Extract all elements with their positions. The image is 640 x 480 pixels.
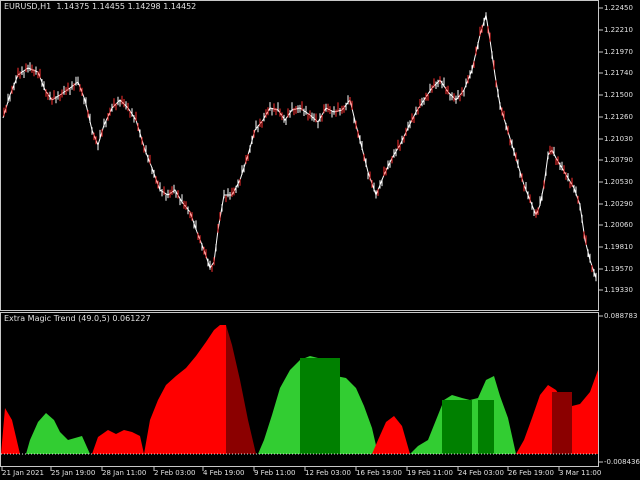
indicator-scale-max: 0.088783 bbox=[604, 312, 638, 320]
time-scale-label: 24 Feb 03:00 bbox=[458, 469, 504, 477]
price-scale-label: 1.19810 bbox=[604, 243, 633, 251]
price-scale-label: 1.21970 bbox=[604, 48, 633, 56]
price-scale-label: 1.21740 bbox=[604, 69, 633, 77]
indicator-scale-min: -0.008436 bbox=[604, 458, 640, 466]
trend-area-dark bbox=[442, 400, 472, 454]
price-scale-label: 1.21260 bbox=[604, 113, 633, 121]
ohlc-values: 1.14375 1.14455 1.14298 1.14452 bbox=[56, 2, 197, 11]
time-scale-label: 3 Mar 11:00 bbox=[559, 469, 602, 477]
price-scale-label: 1.20060 bbox=[604, 221, 633, 229]
time-scale-label: 28 Jan 11:00 bbox=[102, 469, 147, 477]
price-scale-label: 1.20290 bbox=[604, 200, 633, 208]
price-scale-label: 1.19570 bbox=[604, 265, 633, 273]
time-scale-label: 25 Jan 19:00 bbox=[51, 469, 96, 477]
price-scale-label: 1.22210 bbox=[604, 26, 633, 34]
symbol-timeframe: EURUSD,H1 bbox=[4, 2, 52, 11]
trend-area bbox=[26, 413, 90, 454]
mt-chart-window[interactable]: EURUSD,H1 1.14375 1.14455 1.14298 1.1445… bbox=[0, 0, 640, 480]
trend-area bbox=[226, 325, 256, 454]
trend-area-dark bbox=[300, 358, 340, 454]
trend-area bbox=[1, 408, 20, 454]
price-line bbox=[2, 14, 597, 279]
trend-area-dark bbox=[552, 392, 572, 454]
time-scale-label: 9 Feb 11:00 bbox=[254, 469, 296, 477]
time-scale-label: 16 Feb 19:00 bbox=[356, 469, 402, 477]
time-scale-label: 21 Jan 2021 bbox=[2, 469, 44, 477]
time-scale-label: 2 Feb 03:00 bbox=[154, 469, 196, 477]
price-scale-label: 1.19330 bbox=[604, 286, 633, 294]
trend-area bbox=[144, 325, 226, 454]
trend-area bbox=[92, 430, 144, 454]
price-scale-label: 1.20790 bbox=[604, 156, 633, 164]
time-scale-label: 4 Feb 19:00 bbox=[203, 469, 245, 477]
time-scale-label: 19 Feb 11:00 bbox=[407, 469, 453, 477]
trend-area bbox=[372, 416, 410, 454]
trend-area-dark bbox=[478, 400, 494, 454]
price-scale-label: 1.20530 bbox=[604, 178, 633, 186]
symbol-ohlc-label: EURUSD,H1 1.14375 1.14455 1.14298 1.1445… bbox=[4, 2, 196, 12]
indicator-label: Extra Magic Trend (49.0,5) 0.061227 bbox=[4, 314, 151, 323]
price-scale-label: 1.21030 bbox=[604, 135, 633, 143]
chart-canvas[interactable] bbox=[0, 0, 640, 480]
price-scale-label: 1.21500 bbox=[604, 91, 633, 99]
price-scale-label: 1.22450 bbox=[604, 4, 633, 12]
time-scale-label: 26 Feb 19:00 bbox=[508, 469, 554, 477]
time-scale-label: 12 Feb 03:00 bbox=[305, 469, 351, 477]
